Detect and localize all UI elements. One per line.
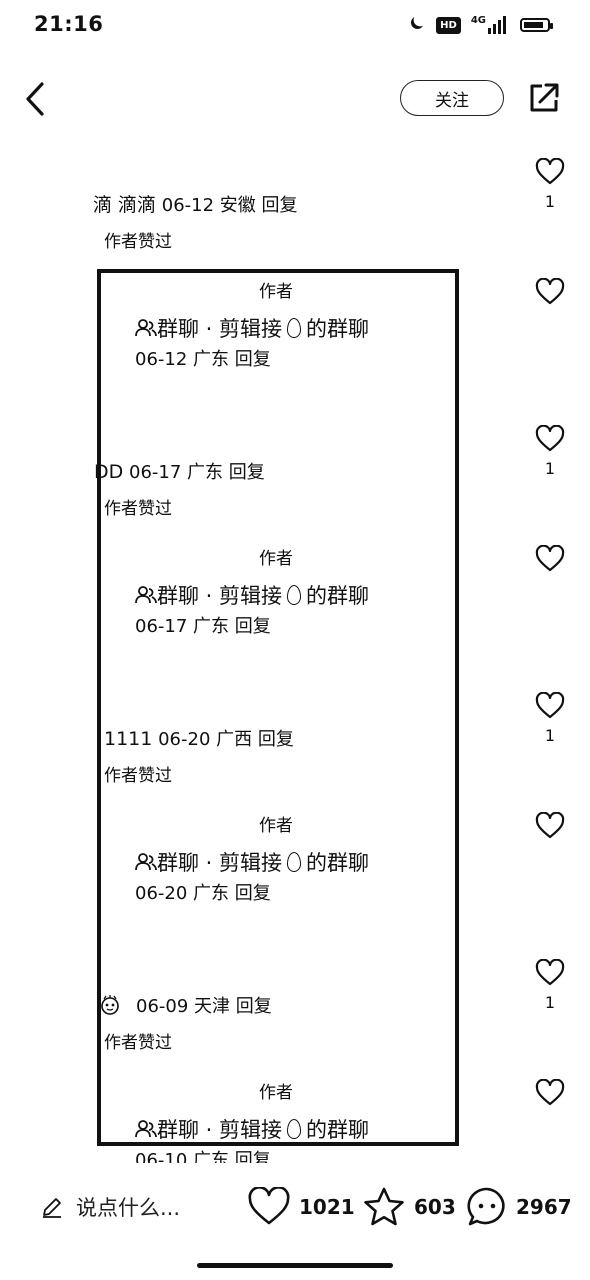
comment-header: 1111 06-20 广西 回复	[104, 725, 294, 751]
reply-meta: 06-17 广东 回复	[135, 616, 271, 637]
battery-icon	[520, 18, 553, 32]
author-tag: 作者	[259, 549, 293, 569]
comment-meta: 06-09 天津 回复	[136, 996, 272, 1017]
reply-meta: 06-10 广东 回复	[135, 1150, 271, 1163]
group-icon	[135, 586, 157, 604]
group-chat-suffix: 的群聊	[306, 1118, 370, 1142]
reply-meta: 06-12 广东 回复	[135, 349, 271, 370]
group-icon	[135, 853, 157, 871]
share-external-icon	[530, 83, 559, 112]
favorite-count: 603	[414, 1195, 456, 1219]
comment-like-count: 1	[544, 726, 556, 745]
group-chat-link[interactable]: 群聊 · 剪辑接 的群聊	[135, 580, 369, 610]
comment-count: 2967	[516, 1195, 572, 1219]
share-button[interactable]	[526, 80, 562, 116]
group-chat-name: 群聊 · 剪辑接	[157, 851, 283, 875]
group-chat-suffix: 的群聊	[306, 851, 370, 875]
comment-meta: 06-20 广西 回复	[158, 729, 294, 750]
avatar[interactable]	[100, 994, 120, 1016]
heart-icon	[535, 277, 565, 305]
group-chat-link[interactable]: 群聊 · 剪辑接 的群聊	[135, 313, 369, 343]
heart-icon	[535, 157, 565, 185]
comment-header: DD 06-17 广东 回复	[94, 458, 265, 484]
reply-meta: 06-20 广东 回复	[135, 883, 271, 904]
egg-icon	[287, 852, 302, 872]
author-tag: 作者	[259, 282, 293, 302]
battery-fill	[524, 22, 543, 28]
status-icons: HD 4G	[408, 14, 553, 36]
group-chat-link[interactable]: 群聊 · 剪辑接 的群聊	[135, 847, 369, 877]
author-tag: 作者	[259, 1083, 293, 1103]
group-chat-suffix: 的群聊	[306, 584, 370, 608]
comment-username[interactable]: 滴 滴滴	[93, 194, 156, 216]
comment-button[interactable]: 2967	[466, 1186, 572, 1228]
comment-input-placeholder: 说点什么...	[76, 1196, 181, 1220]
comment-like-count: 1	[544, 993, 556, 1012]
comment-header: 滴 滴滴 06-12 安徽 回复	[93, 190, 298, 217]
comment-meta: 06-17 广东 回复	[129, 462, 265, 483]
egg-icon	[287, 318, 302, 338]
reply-like-button[interactable]	[530, 544, 570, 577]
egg-icon	[287, 585, 302, 605]
home-indicator[interactable]	[197, 1263, 393, 1268]
reply-like-button[interactable]	[530, 1078, 570, 1111]
author-liked-label: 作者赞过	[104, 232, 172, 252]
follow-button[interactable]: 关注	[400, 80, 504, 116]
comment-username[interactable]: 1111	[104, 728, 152, 750]
reply-like-button[interactable]	[530, 277, 570, 310]
heart-icon	[535, 424, 565, 452]
like-count: 1021	[299, 1195, 355, 1219]
like-button[interactable]: 1021	[247, 1187, 355, 1227]
comment-like-count: 1	[544, 192, 556, 211]
group-chat-name: 群聊 · 剪辑接	[157, 1118, 283, 1142]
moon-icon	[408, 14, 426, 36]
author-tag: 作者	[259, 816, 293, 836]
network-label: 4G	[470, 15, 486, 26]
group-chat-suffix: 的群聊	[306, 317, 370, 341]
comment-bubble-icon	[467, 1187, 505, 1226]
reply-like-button[interactable]	[530, 811, 570, 844]
heart-icon	[535, 811, 565, 839]
comment-header: 06-09 天津 回复	[100, 992, 272, 1018]
signal-icon: 4G	[471, 16, 510, 34]
comment-meta: 06-12 安徽 回复	[161, 195, 298, 216]
author-liked-label: 作者赞过	[104, 1033, 172, 1053]
favorite-button[interactable]: 603	[362, 1186, 456, 1228]
egg-icon	[287, 1119, 302, 1139]
comment-username[interactable]: DD	[94, 461, 123, 483]
comment-like-button[interactable]: 1	[530, 958, 570, 1012]
back-button[interactable]	[20, 78, 54, 120]
author-liked-label: 作者赞过	[104, 499, 172, 519]
group-icon	[135, 1120, 157, 1138]
group-icon	[135, 319, 157, 337]
comment-like-count: 1	[544, 459, 556, 478]
hd-badge: HD	[436, 16, 461, 34]
comment-input[interactable]: 说点什么...	[40, 1192, 180, 1222]
group-chat-link[interactable]: 群聊 · 剪辑接 的群聊	[135, 1114, 369, 1144]
heart-icon	[535, 691, 565, 719]
group-chat-name: 群聊 · 剪辑接	[157, 317, 283, 341]
comment-like-button[interactable]: 1	[530, 424, 570, 478]
heart-icon	[535, 958, 565, 986]
star-icon	[364, 1187, 404, 1226]
comment-like-button[interactable]: 1	[530, 691, 570, 745]
group-chat-name: 群聊 · 剪辑接	[157, 584, 283, 608]
pencil-icon	[43, 1198, 61, 1218]
heart-icon	[248, 1187, 290, 1225]
chevron-left-icon	[26, 82, 44, 116]
author-liked-label: 作者赞过	[104, 766, 172, 786]
heart-icon	[535, 1078, 565, 1106]
comment-like-button[interactable]: 1	[530, 157, 570, 211]
heart-icon	[535, 544, 565, 572]
status-time: 21:16	[34, 12, 104, 36]
